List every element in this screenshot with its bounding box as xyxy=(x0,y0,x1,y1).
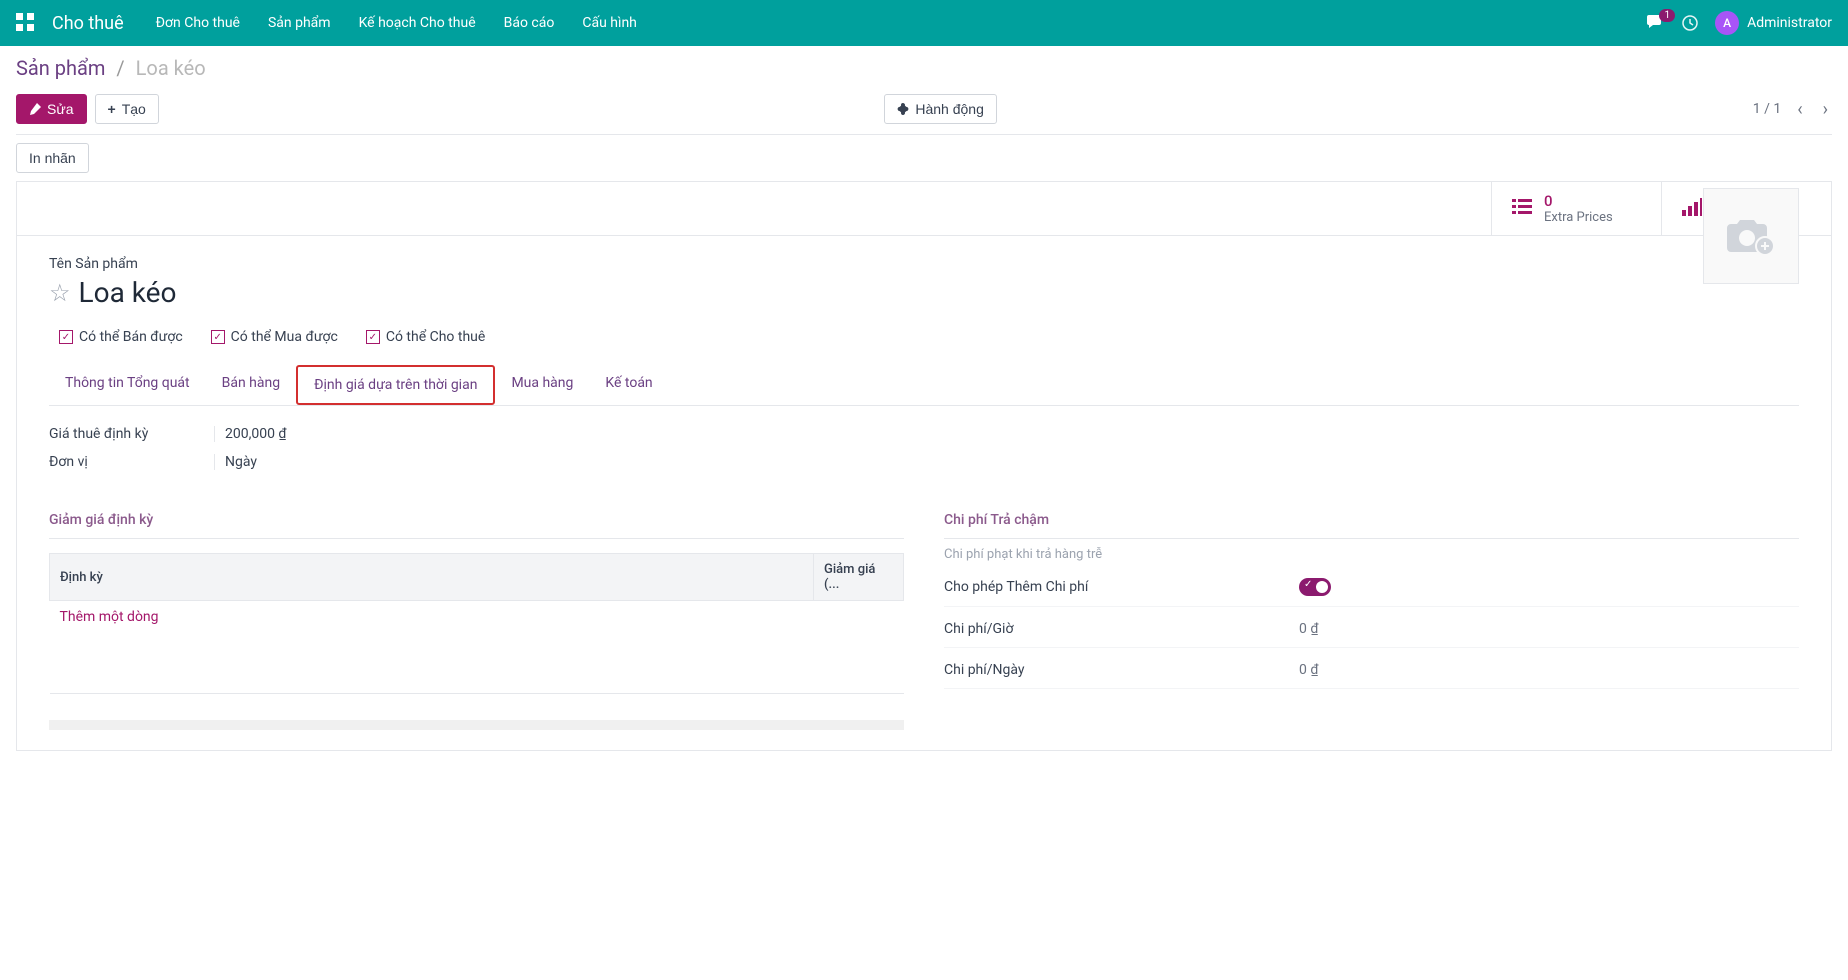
checkbox-can-rent-label: Có thể Cho thuê xyxy=(386,329,485,345)
action-center: Hành động xyxy=(884,94,1752,124)
discount-col-discount: Giảm giá (... xyxy=(814,554,904,601)
checkbox-icon: ✓ xyxy=(59,330,73,344)
checkbox-icon: ✓ xyxy=(211,330,225,344)
pager-prev[interactable]: ‹ xyxy=(1793,95,1806,124)
late-section-desc: Chi phí phạt khi trả hàng trễ xyxy=(944,547,1799,562)
nav-brand[interactable]: Cho thuê xyxy=(52,13,124,34)
stat-extra-prices-label: Extra Prices xyxy=(1544,210,1613,225)
action-button[interactable]: Hành động xyxy=(884,94,997,124)
stat-extra-prices[interactable]: 0 Extra Prices xyxy=(1491,182,1661,235)
tab-sales[interactable]: Bán hàng xyxy=(206,365,296,405)
user-name: Administrator xyxy=(1747,15,1832,31)
late-cost-hour-label: Chi phí/Giờ xyxy=(944,621,1299,637)
action-left: Sửa + Tạo xyxy=(16,94,884,124)
tab-time-pricing[interactable]: Định giá dựa trên thời gian xyxy=(296,365,495,405)
action-right: 1 / 1 ‹ › xyxy=(1753,95,1832,124)
edit-button-label: Sửa xyxy=(47,101,74,117)
form-footer-bar xyxy=(49,720,904,730)
checkbox-can-sell[interactable]: ✓ Có thể Bán được xyxy=(59,329,183,345)
late-cost-day-value: 0 ₫ xyxy=(1299,662,1318,678)
stat-buttons: 0 Extra Prices 0,00 Đơn vị Đã bán xyxy=(17,182,1831,236)
form-body: Tên Sản phẩm ☆ Loa kéo ✓ Có thể Bán được… xyxy=(17,236,1831,750)
stat-extra-prices-value: 0 xyxy=(1544,192,1613,210)
pager: 1 / 1 xyxy=(1753,101,1781,117)
checkbox-icon: ✓ xyxy=(366,330,380,344)
discount-section-title: Giảm giá định kỳ xyxy=(49,512,904,539)
product-name-label: Tên Sản phẩm xyxy=(49,256,1799,272)
late-cost-hour-row: Chi phí/Giờ 0 ₫ xyxy=(944,621,1799,648)
late-allow-label: Cho phép Thêm Chi phí xyxy=(944,579,1299,595)
field-rent-price: Giá thuê định kỳ 200,000 ₫ xyxy=(49,426,904,442)
top-nav: Cho thuê Đơn Cho thuê Sản phẩm Kế hoạch … xyxy=(0,0,1848,46)
late-allow-row: Cho phép Thêm Chi phí ✓ xyxy=(944,578,1799,607)
tab-general[interactable]: Thông tin Tổng quát xyxy=(49,365,206,405)
discount-col-period: Định kỳ xyxy=(50,554,814,601)
discount-section: Giảm giá định kỳ Định kỳ Giảm giá (... T… xyxy=(49,512,904,730)
user-menu[interactable]: A Administrator xyxy=(1715,11,1832,35)
nav-item-orders[interactable]: Đơn Cho thuê xyxy=(156,15,240,31)
field-unit-value: Ngày xyxy=(214,454,904,470)
breadcrumb: Sản phẩm / Loa kéo xyxy=(16,56,1832,80)
apps-icon[interactable] xyxy=(16,13,36,33)
product-name: Loa kéo xyxy=(79,276,177,309)
breadcrumb-current: Loa kéo xyxy=(136,56,206,80)
tab-accounting[interactable]: Kế toán xyxy=(589,365,668,405)
pager-total: 1 xyxy=(1773,101,1781,117)
form-sheet: 0 Extra Prices 0,00 Đơn vị Đã bán Tên Sả… xyxy=(16,181,1832,751)
favorite-star-icon[interactable]: ☆ xyxy=(49,279,71,307)
breadcrumb-sep: / xyxy=(116,56,124,80)
section-row: Giảm giá định kỳ Định kỳ Giảm giá (... T… xyxy=(49,512,1799,730)
activity-icon[interactable] xyxy=(1681,14,1699,32)
create-button-label: Tạo xyxy=(122,101,146,117)
secondary-row: In nhãn xyxy=(0,135,1848,181)
action-row: Sửa + Tạo Hành động 1 / 1 ‹ › xyxy=(16,94,1832,135)
late-section-title: Chi phí Trả chậm xyxy=(944,512,1799,539)
checkbox-can-buy-label: Có thể Mua được xyxy=(231,329,338,345)
print-label-button[interactable]: In nhãn xyxy=(16,143,89,173)
checkbox-can-sell-label: Có thể Bán được xyxy=(79,329,183,345)
product-title-row: ☆ Loa kéo xyxy=(49,276,1799,309)
bars-icon xyxy=(1682,197,1702,221)
late-cost-day-label: Chi phí/Ngày xyxy=(944,662,1299,678)
field-grid: Giá thuê định kỳ 200,000 ₫ Đơn vị Ngày xyxy=(49,426,1799,482)
checkbox-row: ✓ Có thể Bán được ✓ Có thể Mua được ✓ Có… xyxy=(49,329,1799,345)
plus-icon: + xyxy=(108,101,116,117)
nav-right: 1 A Administrator xyxy=(1647,11,1832,35)
add-line-link[interactable]: Thêm một dòng xyxy=(60,609,159,625)
control-bar: Sản phẩm / Loa kéo Sửa + Tạo Hành động 1… xyxy=(0,46,1848,135)
nav-item-config[interactable]: Cấu hình xyxy=(582,15,637,31)
late-cost-section: Chi phí Trả chậm Chi phí phạt khi trả hà… xyxy=(944,512,1799,730)
product-image-placeholder[interactable] xyxy=(1703,188,1799,284)
pager-current: 1 xyxy=(1753,101,1761,117)
late-cost-day-row: Chi phí/Ngày 0 ₫ xyxy=(944,662,1799,689)
tabs: Thông tin Tổng quát Bán hàng Định giá dự… xyxy=(49,365,1799,406)
list-icon xyxy=(1512,197,1532,221)
messages-icon[interactable]: 1 xyxy=(1647,15,1665,31)
checkbox-can-rent[interactable]: ✓ Có thể Cho thuê xyxy=(366,329,485,345)
breadcrumb-root[interactable]: Sản phẩm xyxy=(16,56,105,80)
checkbox-can-buy[interactable]: ✓ Có thể Mua được xyxy=(211,329,338,345)
nav-item-products[interactable]: Sản phẩm xyxy=(268,15,331,31)
nav-item-schedule[interactable]: Kế hoạch Cho thuê xyxy=(359,15,476,31)
field-rent-price-value: 200,000 ₫ xyxy=(214,426,904,442)
field-unit-label: Đơn vị xyxy=(49,454,214,470)
field-unit: Đơn vị Ngày xyxy=(49,454,904,470)
edit-button[interactable]: Sửa xyxy=(16,94,87,124)
toggle-allow-extra-cost[interactable]: ✓ xyxy=(1299,578,1331,596)
pager-next[interactable]: › xyxy=(1819,95,1832,124)
check-icon: ✓ xyxy=(1304,579,1312,590)
messages-badge: 1 xyxy=(1659,9,1675,22)
table-row: Thêm một dòng xyxy=(50,601,904,634)
avatar: A xyxy=(1715,11,1739,35)
nav-item-reports[interactable]: Báo cáo xyxy=(504,15,555,31)
field-rent-price-label: Giá thuê định kỳ xyxy=(49,426,214,442)
create-button[interactable]: + Tạo xyxy=(95,94,159,124)
late-cost-hour-value: 0 ₫ xyxy=(1299,621,1318,637)
tab-purchase[interactable]: Mua hàng xyxy=(495,365,589,405)
nav-menu: Đơn Cho thuê Sản phẩm Kế hoạch Cho thuê … xyxy=(156,15,1647,31)
action-button-label: Hành động xyxy=(915,101,984,117)
discount-table: Định kỳ Giảm giá (... Thêm một dòng xyxy=(49,553,904,694)
